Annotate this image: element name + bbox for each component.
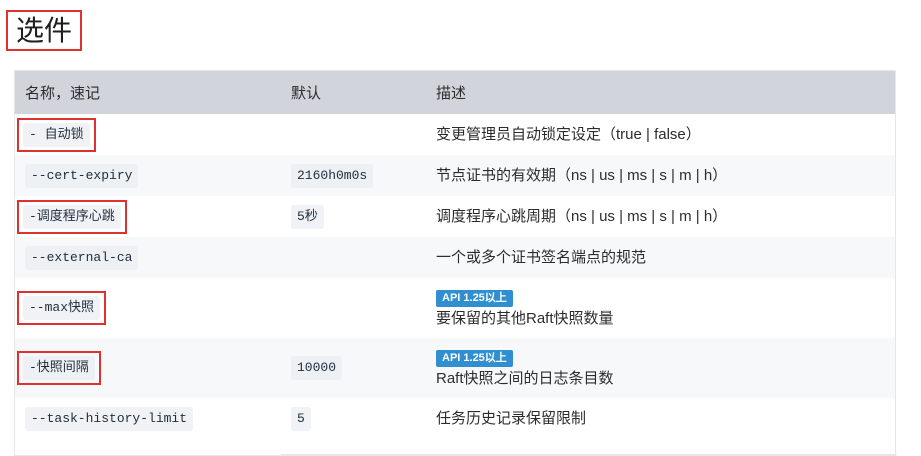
- column-header-default: 默认: [281, 71, 426, 114]
- options-table-container: 名称，速记 默认 描述 - 自动锁 变更管理员自动锁定设定（true | fal…: [14, 70, 897, 456]
- option-name-cell: - 自动锁: [15, 114, 281, 155]
- table-bottom-border: [281, 454, 897, 455]
- api-version-badge: API 1.25以上: [436, 290, 513, 307]
- option-description: 一个或多个证书签名端点的规范: [436, 249, 647, 266]
- table-row: --max快照 API 1.25以上 要保留的其他Raft快照数量: [15, 278, 895, 338]
- column-header-description: 描述: [426, 71, 895, 114]
- option-default-cell: [281, 278, 426, 338]
- option-description-cell: 变更管理员自动锁定设定（true | false）: [426, 114, 895, 155]
- table-row: -快照间隔 10000 API 1.25以上 Raft快照之间的日志条目数: [15, 338, 895, 398]
- option-description-cell: API 1.25以上 Raft快照之间的日志条目数: [426, 338, 895, 398]
- option-default-cell: [281, 114, 426, 155]
- option-description-cell: API 1.25以上 要保留的其他Raft快照数量: [426, 278, 895, 338]
- options-table: 名称，速记 默认 描述 - 自动锁 变更管理员自动锁定设定（true | fal…: [15, 71, 895, 439]
- option-name: --external-ca: [25, 245, 139, 270]
- option-description-cell: 调度程序心跳周期（ns | us | ms | s | m | h）: [426, 196, 895, 237]
- table-row: -调度程序心跳 5秒 调度程序心跳周期（ns | us | ms | s | m…: [15, 196, 895, 237]
- option-description: 调度程序心跳周期（ns | us | ms | s | m | h）: [436, 208, 728, 225]
- option-default: 10000: [291, 356, 343, 380]
- option-name-cell: -调度程序心跳: [15, 196, 281, 237]
- option-description-cell: 一个或多个证书签名端点的规范: [426, 237, 895, 278]
- option-name: -快照间隔: [23, 356, 95, 380]
- option-description-cell: 任务历史记录保留限制: [426, 398, 895, 439]
- table-row: --cert-expiry 2160h0m0s 节点证书的有效期（ns | us…: [15, 155, 895, 196]
- column-header-name: 名称，速记: [15, 71, 281, 114]
- option-name-cell: --cert-expiry: [15, 155, 281, 196]
- option-name-cell: --external-ca: [15, 237, 281, 278]
- option-default-cell: 5秒: [281, 196, 426, 237]
- table-row: --external-ca 一个或多个证书签名端点的规范: [15, 237, 895, 278]
- option-default-cell: [281, 237, 426, 278]
- table-row: - 自动锁 变更管理员自动锁定设定（true | false）: [15, 114, 895, 155]
- option-default: 5: [291, 406, 311, 431]
- api-version-badge: API 1.25以上: [436, 350, 513, 367]
- option-name: --max快照: [23, 296, 101, 320]
- highlight-box: -调度程序心跳: [17, 199, 127, 234]
- table-header-row: 名称，速记 默认 描述: [15, 71, 895, 114]
- option-default: 5秒: [291, 204, 324, 229]
- page-title: 选件: [6, 10, 83, 51]
- option-description: Raft快照之间的日志条目数: [436, 370, 614, 387]
- option-name-cell: -快照间隔: [15, 338, 281, 398]
- option-name: --task-history-limit: [25, 406, 194, 431]
- option-default-cell: 5: [281, 398, 426, 439]
- highlight-box: - 自动锁: [17, 117, 96, 152]
- table-row: --task-history-limit 5 任务历史记录保留限制: [15, 398, 895, 439]
- option-default: 2160h0m0s: [291, 163, 374, 188]
- option-name: --cert-expiry: [25, 163, 139, 188]
- option-description: 变更管理员自动锁定设定（true | false）: [436, 126, 701, 143]
- option-description: 任务历史记录保留限制: [436, 410, 587, 427]
- option-name-cell: --task-history-limit: [15, 398, 281, 439]
- option-name: -调度程序心跳: [23, 204, 121, 229]
- option-name: - 自动锁: [23, 122, 90, 147]
- option-name-cell: --max快照: [15, 278, 281, 338]
- option-default-cell: 10000: [281, 338, 426, 398]
- option-default-cell: 2160h0m0s: [281, 155, 426, 196]
- highlight-box: -快照间隔: [17, 351, 101, 385]
- option-description-cell: 节点证书的有效期（ns | us | ms | s | m | h）: [426, 155, 895, 196]
- option-description: 节点证书的有效期（ns | us | ms | s | m | h）: [436, 167, 728, 184]
- option-description: 要保留的其他Raft快照数量: [436, 310, 614, 327]
- highlight-box: --max快照: [17, 291, 107, 325]
